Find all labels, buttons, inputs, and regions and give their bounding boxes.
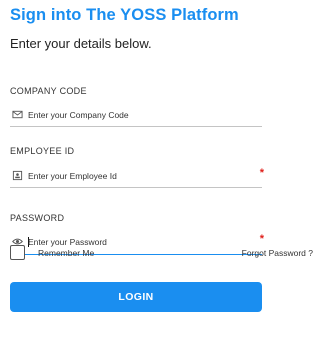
page-subtitle: Enter your details below. (10, 36, 152, 51)
id-card-icon (12, 170, 23, 181)
forgot-password-link[interactable]: Forgot Password ? (242, 248, 313, 258)
remember-me-checkbox[interactable] (10, 245, 25, 260)
login-button[interactable]: LOGIN (10, 282, 262, 312)
remember-me-label: Remember Me (38, 247, 95, 258)
page-title: Sign into The YOSS Platform (10, 6, 239, 24)
employee-id-required-marker: * (259, 167, 264, 179)
company-code-field (10, 105, 262, 127)
employee-id-input[interactable] (28, 168, 248, 184)
company-code-input[interactable] (28, 107, 248, 123)
password-required-marker: * (259, 233, 264, 245)
employee-id-label: EMPLOYEE ID (10, 146, 75, 156)
employee-id-field: * (10, 166, 264, 188)
company-code-label: COMPANY CODE (10, 86, 87, 96)
envelope-icon (12, 109, 23, 120)
remember-me-wrapper: Remember Me (10, 245, 94, 260)
password-label: PASSWORD (10, 213, 65, 223)
